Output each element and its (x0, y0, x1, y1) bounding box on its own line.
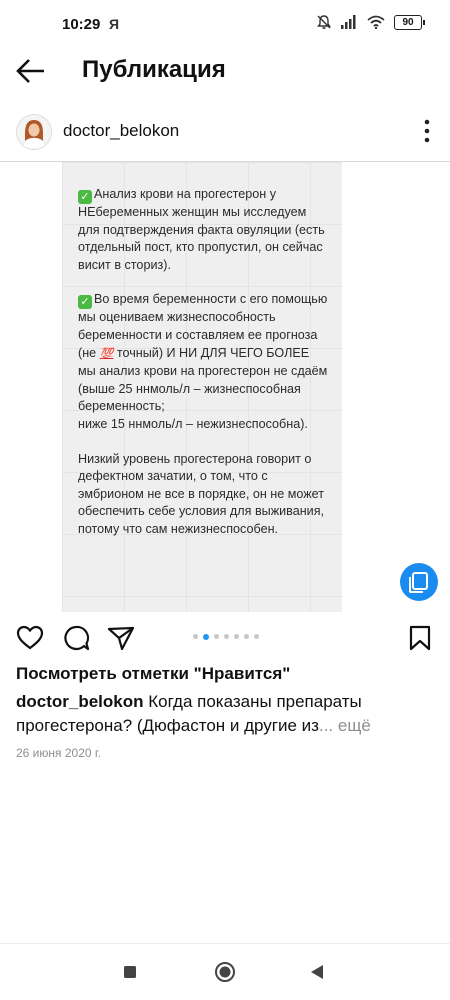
view-likes-link[interactable]: Посмотреть отметки "Нравится" (16, 664, 290, 684)
hundred-points-icon: 💯 (99, 347, 114, 360)
post-caption: doctor_belokon Когда показаны препараты … (16, 690, 436, 738)
more-options-icon[interactable] (422, 118, 432, 144)
yandex-status-icon: Я (109, 16, 120, 32)
caption-more-link[interactable]: ещё (333, 716, 371, 735)
check-mark-icon: ✓ (78, 295, 92, 310)
post-paragraph-3: Низкий уровень прогестерона говорит о де… (78, 451, 325, 536)
page-title: Публикация (82, 56, 226, 83)
system-navigation-bar (0, 943, 450, 1000)
carousel-dot (214, 634, 219, 639)
share-icon[interactable] (107, 624, 135, 652)
post-paragraph-2: ✓ Во время беременности с его помощью мы … (78, 292, 328, 431)
status-icons: 90 (316, 14, 425, 30)
home-icon[interactable] (213, 960, 237, 984)
carousel-dot-active (203, 633, 209, 640)
top-app-bar: Публикация (0, 48, 450, 92)
back-triangle-icon[interactable] (305, 960, 329, 984)
avatar[interactable] (16, 114, 52, 150)
comment-icon[interactable] (62, 624, 90, 652)
carousel-dot (193, 634, 198, 639)
heart-icon[interactable] (16, 624, 44, 652)
carousel-dot (254, 634, 259, 639)
post-image[interactable]: ✓ Анализ крови на прогестерон у НЕберемен… (0, 162, 450, 612)
author-username[interactable]: doctor_belokon (63, 121, 179, 141)
post-paragraph-1: ✓ Анализ крови на прогестерон у НЕберемен… (78, 187, 325, 272)
carousel-indicator (193, 633, 259, 640)
recent-apps-icon[interactable] (118, 960, 142, 984)
carousel-dot (234, 634, 239, 639)
post-date: 26 июня 2020 г. (16, 746, 102, 760)
bookmark-icon[interactable] (406, 624, 434, 652)
caption-username[interactable]: doctor_belokon (16, 692, 144, 711)
caption-ellipsis: ... (318, 716, 334, 735)
signal-icon (341, 15, 356, 29)
avatar-portrait-icon (17, 115, 51, 149)
battery-indicator: 90 (394, 14, 425, 30)
multiple-images-icon[interactable] (400, 563, 438, 601)
mute-bell-icon (317, 15, 331, 29)
wifi-icon (367, 15, 385, 29)
carousel-dot (244, 634, 249, 639)
check-mark-icon: ✓ (78, 190, 92, 204)
status-time: 10:29 (62, 16, 101, 33)
back-arrow-icon[interactable] (14, 54, 48, 88)
post-image-text: ✓ Анализ крови на прогестерон у НЕберемен… (78, 186, 328, 556)
carousel-dot (224, 634, 229, 639)
post-actions (0, 620, 450, 656)
status-bar: 10:29 Я 90 (0, 0, 450, 48)
post-author-row: doctor_belokon (0, 108, 450, 156)
